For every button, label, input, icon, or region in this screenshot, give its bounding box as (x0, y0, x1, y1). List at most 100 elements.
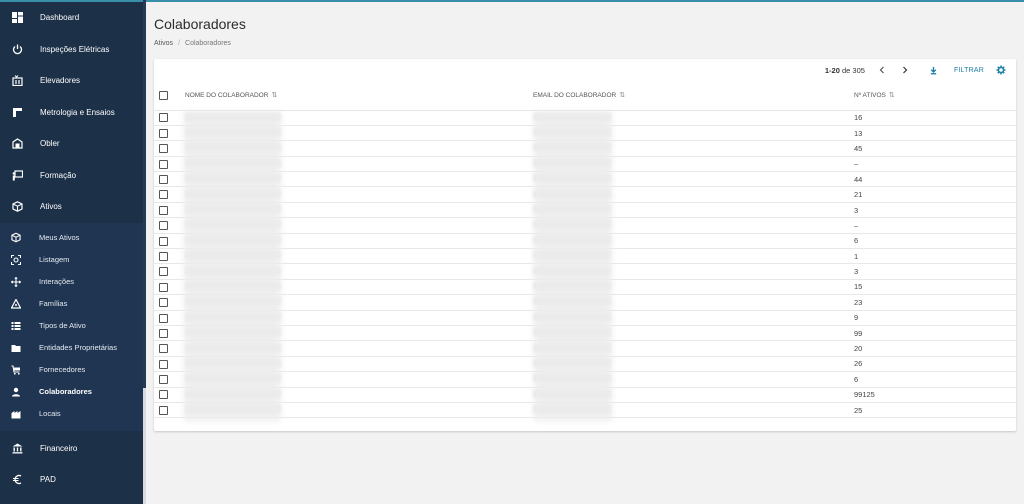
select-all-checkbox[interactable] (159, 90, 168, 100)
sort-icon[interactable]: ⇅ (889, 92, 895, 99)
next-page-button[interactable] (896, 61, 914, 79)
row-checkbox[interactable] (159, 375, 168, 385)
sidebar-item-metrologia-e-ensaios[interactable]: Metrologia e Ensaios (0, 97, 146, 129)
row-checkbox[interactable] (159, 267, 168, 277)
assets-count-cell: 15 (854, 279, 1016, 296)
chevron-left-icon (879, 66, 884, 74)
row-checkbox[interactable] (159, 159, 168, 169)
row-checkbox[interactable] (159, 128, 168, 138)
row-checkbox[interactable] (159, 313, 168, 323)
scan-icon (11, 254, 21, 265)
filter-button[interactable]: FILTRAR (954, 67, 984, 74)
sidebar-item-label: PAD (40, 475, 56, 485)
sidebar-item-inspecoes-eletricas[interactable]: Inspeções Elétricas (0, 34, 146, 66)
row-checkbox[interactable] (159, 113, 168, 123)
sidebar-item-entidades-proprietarias[interactable]: Entidades Proprietárias (0, 337, 146, 359)
euro-icon (11, 474, 23, 486)
header-email[interactable]: EMAIL DO COLABORADOR ⇅ (533, 81, 854, 111)
row-checkbox[interactable] (159, 359, 168, 369)
sidebar-item-colaboradores[interactable]: Colaboradores (0, 381, 146, 403)
cube-icon (11, 201, 23, 213)
sidebar-item-locais[interactable]: Locais (0, 403, 146, 425)
row-select-cell (154, 371, 185, 388)
folder-icon (11, 343, 21, 353)
pagination-total: 305 (852, 65, 865, 75)
assets-count-cell: 44 (854, 171, 1016, 188)
assets-count-cell: – (854, 156, 1016, 173)
pagination-info: 1-20 de 305 (825, 66, 865, 75)
row-checkbox[interactable] (159, 236, 168, 246)
header-name-label: NOME DO COLABORADOR (185, 92, 269, 100)
row-checkbox[interactable] (159, 390, 168, 400)
elevator-icon (11, 75, 23, 87)
sidebar-item-fornecedores[interactable]: Fornecedores (0, 359, 146, 381)
row-select-cell (154, 356, 185, 373)
sidebar-item-obler[interactable]: Obler (0, 128, 146, 160)
sidebar-item-meus-ativos[interactable]: Meus Ativos (0, 227, 146, 249)
assets-count-cell: 26 (854, 356, 1016, 373)
header-assets[interactable]: Nº ATIVOS ⇅ (854, 81, 1016, 111)
row-checkbox[interactable] (159, 405, 168, 415)
sidebar-item-label: Fornecedores (39, 365, 86, 374)
sidebar-item-pad[interactable]: PAD (0, 464, 146, 496)
sidebar-bottom-nav: Financeiro PAD (0, 433, 146, 496)
breadcrumb-current: Colaboradores (185, 40, 231, 47)
sidebar-item-financeiro[interactable]: Financeiro (0, 433, 146, 465)
row-checkbox[interactable] (159, 205, 168, 215)
row-checkbox[interactable] (159, 221, 168, 231)
sidebar-item-listagem[interactable]: Listagem (0, 249, 146, 271)
sidebar-item-label: Entidades Proprietárias (39, 343, 117, 352)
row-select-cell (154, 279, 185, 296)
header-name[interactable]: NOME DO COLABORADOR ⇅ (185, 81, 533, 111)
assets-count-cell: 99125 (854, 387, 1016, 403)
sidebar-item-elevadores[interactable]: Elevadores (0, 65, 146, 97)
hierarchy-icon (11, 298, 21, 309)
sidebar-item-ativos[interactable]: Ativos (0, 191, 146, 223)
ruler-icon (11, 106, 23, 118)
prev-page-button[interactable] (873, 61, 891, 79)
sidebar-item-tipos-de-ativo[interactable]: Tipos de Ativo (0, 315, 146, 337)
row-checkbox[interactable] (159, 251, 168, 261)
row-checkbox[interactable] (159, 175, 168, 185)
redacted-emails (534, 111, 612, 421)
list-icon (11, 321, 21, 331)
row-checkbox[interactable] (159, 344, 168, 354)
assets-count-cell: 20 (854, 340, 1016, 357)
assets-count-cell: 3 (854, 202, 1016, 219)
sidebar-item-familias[interactable]: Famílias (0, 293, 146, 315)
row-select-cell (154, 387, 185, 403)
row-checkbox[interactable] (159, 144, 168, 154)
sort-icon[interactable]: ⇅ (619, 92, 625, 99)
assets-count-cell: 99 (854, 325, 1016, 342)
row-checkbox[interactable] (159, 298, 168, 308)
presentation-icon (11, 169, 23, 181)
page-title: Colaboradores (154, 16, 246, 32)
assets-count-cell: 3 (854, 263, 1016, 280)
download-button[interactable] (925, 61, 943, 79)
row-select-cell (154, 233, 185, 250)
sort-icon[interactable]: ⇅ (271, 92, 277, 99)
assets-count-cell: 13 (854, 125, 1016, 142)
row-checkbox[interactable] (159, 282, 168, 292)
factory-icon (11, 409, 21, 419)
assets-count-cell: 1 (854, 248, 1016, 265)
pagination-range: 1-20 (824, 65, 840, 75)
breadcrumb: Ativos / Colaboradores (154, 40, 1016, 47)
sidebar-item-label: Elevadores (40, 76, 81, 86)
sidebar-item-label: Interações (39, 277, 75, 286)
dashboard-icon (11, 12, 23, 24)
row-select-cell (154, 248, 185, 265)
assets-count-cell: 23 (854, 294, 1016, 311)
sidebar-item-interacoes[interactable]: Interações (0, 271, 146, 293)
sidebar-item-dashboard[interactable]: Dashboard (0, 2, 146, 34)
sidebar-item-formacao[interactable]: Formação (0, 160, 146, 192)
header-email-label: EMAIL DO COLABORADOR (533, 92, 617, 100)
sidebar-main-nav: Dashboard Inspeções Elétricas Elevadores Me… (0, 2, 146, 223)
sidebar-item-label: Dashboard (40, 13, 80, 23)
row-checkbox[interactable] (159, 190, 168, 200)
row-select-cell (154, 140, 185, 157)
settings-button[interactable] (992, 61, 1010, 79)
row-select-cell (154, 310, 185, 326)
breadcrumb-ativos[interactable]: Ativos (154, 40, 173, 47)
row-checkbox[interactable] (159, 328, 168, 338)
